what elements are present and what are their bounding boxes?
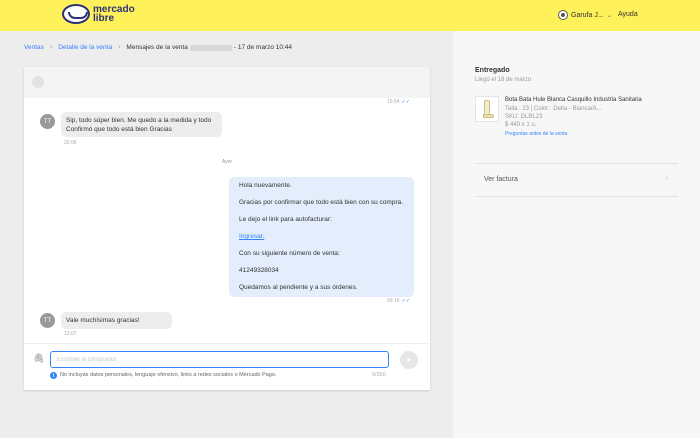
buyer-avatar [32,76,44,88]
message-time: 15:54 [387,99,400,105]
breadcrumb-separator-icon: › [49,44,53,51]
messages-panel: 15:54 ✓✓ TT Sip, todo súper bien. Me qued… [24,67,430,390]
read-checkmark-icon: ✓✓ [401,99,410,105]
help-link[interactable]: Ayuda [618,11,638,18]
boot-image-icon [484,100,490,115]
product-thumbnail[interactable] [475,96,499,122]
product-price: $ 449 x 1 u. [505,122,537,128]
breadcrumb: Ventas › Detalle de la venta › Mensajes … [24,44,292,51]
chat-header [24,67,430,98]
message-text-line: Con su siguiente número de venta: [239,250,340,257]
message-text-line: Le dejo el link para autofacturar: [239,216,332,223]
sender-avatar: TT [40,313,55,328]
breadcrumb-ventas-link[interactable]: Ventas [24,44,44,51]
read-checkmark-icon: ✓✓ [401,298,410,304]
message-text-line: Quedamos al pendiente y a sus órdenes. [239,284,358,291]
message-time: 09:16 [387,298,400,304]
breadcrumb-current-suffix: - 17 de marzo 10:44 [233,44,293,51]
user-name: Garufa J... [571,11,604,19]
outgoing-message-bubble: Hola nuevamente. Gracias por confirmar q… [229,177,414,297]
chevron-down-icon: ⌄ [606,12,612,19]
view-invoice-row[interactable]: Ver factura › [475,164,678,196]
product-title: Bota Bata Hule Blanca Casquillo Industri… [505,97,642,103]
attach-paperclip-icon[interactable]: 🖇 [33,353,44,366]
breadcrumb-sale-detail-link[interactable]: Detalle de la venta [58,44,112,51]
message-meta: 15:54 ✓✓ [387,99,410,105]
message-text-line: Confirmó que todo está bien Gracias [66,126,172,133]
message-meta: 09:16 ✓✓ [387,298,410,304]
product-variation: Talla : 23 | Color : Delta - Blanca/A... [505,106,602,112]
mercadolibre-logo[interactable]: mercado libre [62,4,135,24]
chevron-right-icon: › [665,175,668,182]
invoice-link[interactable]: Ingresar. [239,233,264,240]
incoming-message-bubble: Sip, todo súper bien. Me quedo a la medi… [61,112,222,137]
sender-avatar: TT [40,114,55,129]
send-button[interactable]: ➤ [400,351,418,369]
logo-text-line2: libre [93,13,115,24]
delivery-status: Entregado [475,67,510,74]
day-separator: Ayer [221,159,233,165]
handshake-logo-icon [62,4,90,24]
message-time: 12:07 [64,331,77,337]
breadcrumb-current-prefix: Mensajes de la venta [126,44,188,51]
info-icon: i [50,372,57,379]
user-menu[interactable]: Garufa J... ⌄ [558,10,612,20]
send-arrow-icon: ➤ [406,357,412,364]
redacted-sale-number [189,44,232,51]
character-counter: 0/350 [372,372,386,378]
divider [475,196,678,197]
top-bar: mercado libre Garufa J... ⌄ Ayuda [0,0,700,31]
message-text-line: Vale muchísimas gracias! [66,317,140,324]
message-text-line: Hola nuevamente. [239,182,292,189]
product-sku: SKU: DLBL23 [505,114,543,120]
message-text-line: Gracias por confirmar que todo está bien… [239,199,404,206]
sale-summary-panel: Entregado Llegó el 18 de marzo Bota Bata… [453,31,700,438]
message-input[interactable] [50,351,389,368]
user-avatar-icon [558,10,568,20]
delivery-date: Llegó el 18 de marzo [475,77,532,83]
breadcrumb-separator-icon: › [118,44,121,51]
compose-area: 🖇 ➤ i No incluyas datos personales, leng… [24,343,430,390]
pre-sale-questions-link[interactable]: Preguntas antes de la venta [505,131,567,137]
sale-number-text: 41249328034 [239,267,279,274]
view-invoice-label: Ver factura [484,176,518,183]
message-text-line: Sip, todo súper bien. Me quedo a la medi… [66,117,212,124]
message-time: 20:06 [64,140,77,146]
compose-warning: No incluyas datos personales, lenguaje o… [60,372,277,378]
incoming-message-bubble: Vale muchísimas gracias! [61,312,172,329]
